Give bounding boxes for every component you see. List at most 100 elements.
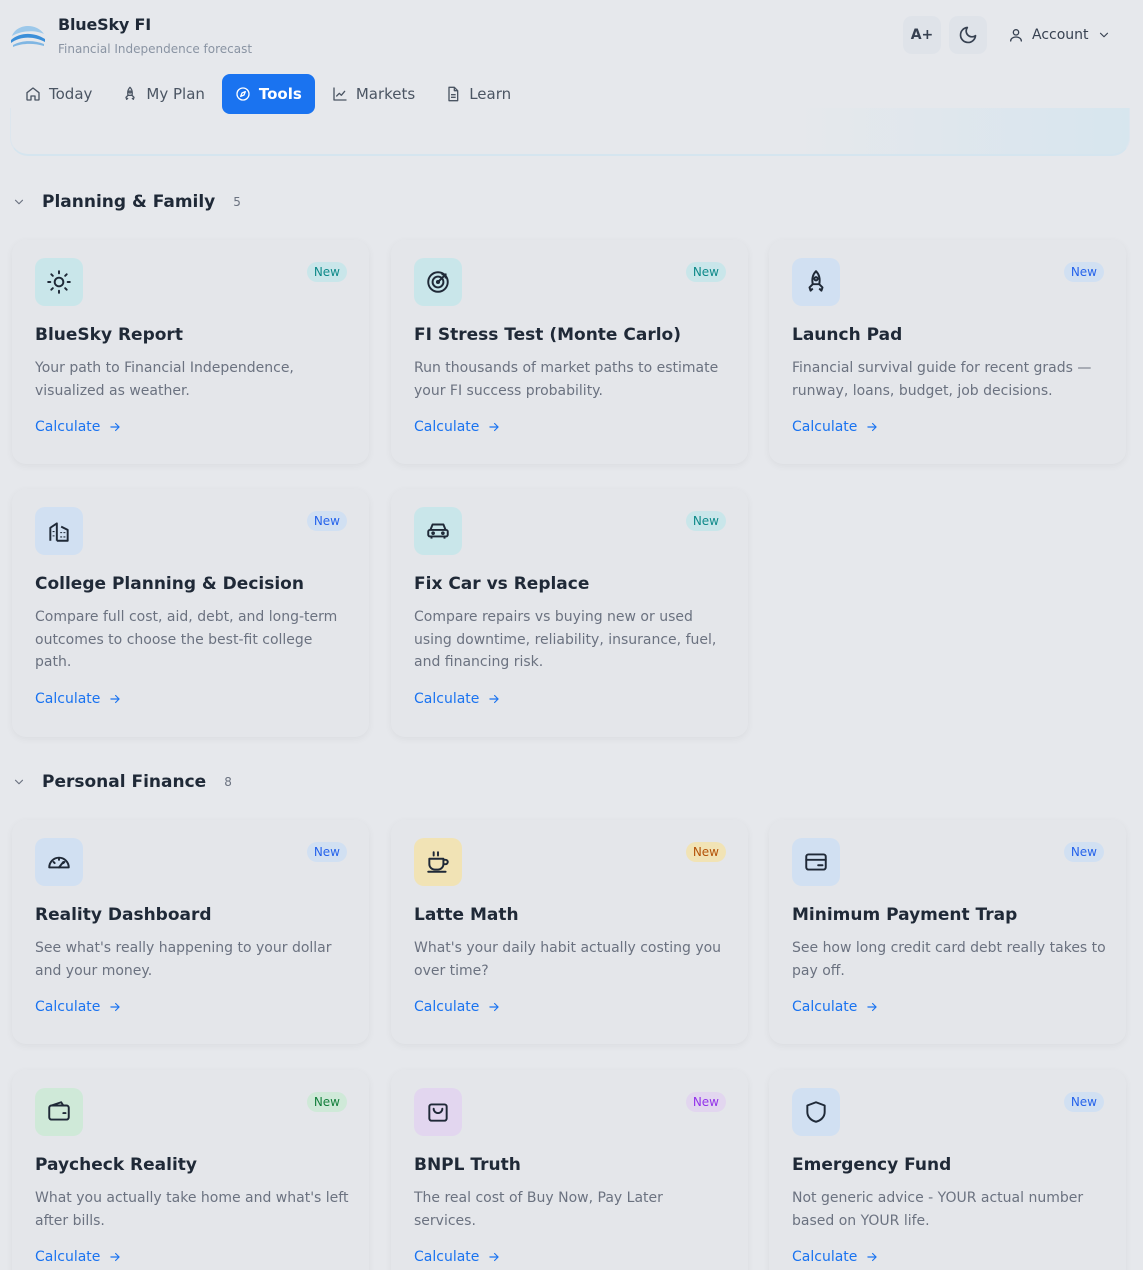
hero-panel-edge [10,108,1130,156]
nav-label: My Plan [146,85,205,103]
document-icon [448,86,459,102]
card-title: Reality Dashboard [35,905,212,925]
tool-card-bluesky-report[interactable]: New BlueSky Report Your path to Financia… [12,240,369,464]
new-badge: New [685,262,726,282]
new-badge: New [1063,262,1104,282]
calculate-label: Calculate [414,999,480,1015]
arrow-right-icon [867,1252,878,1262]
calculate-link[interactable]: Calculate [792,419,879,435]
car-icon [414,507,462,555]
card-title: College Planning & Decision [35,574,304,594]
calculate-link[interactable]: Calculate [414,419,501,435]
arrow-right-icon [489,694,500,704]
tool-card-latte-math[interactable]: New Latte Math What's your daily habit a… [391,820,748,1044]
tool-card-paycheck-reality[interactable]: New Paycheck Reality What you actually t… [12,1070,369,1270]
calculate-link[interactable]: Calculate [35,691,122,707]
target-icon [414,258,462,306]
calculate-label: Calculate [35,999,101,1015]
chevron-down-icon [1099,32,1108,38]
new-badge: New [685,842,726,862]
section-header-planning-family[interactable]: Planning & Family 5 [12,188,241,216]
nav-label: Tools [258,85,302,103]
nav-label: Learn [469,85,512,103]
card-description: Financial survival guide for recent grad… [792,360,1092,399]
account-menu[interactable]: Account [1000,16,1119,54]
arrow-right-icon [110,1002,121,1012]
wallet-icon [35,1088,83,1136]
calculate-label: Calculate [414,691,480,707]
card-title: BlueSky Report [35,325,183,345]
calculate-link[interactable]: Calculate [414,1249,501,1265]
arrow-right-icon [110,1252,121,1262]
card-title: Paycheck Reality [35,1155,197,1175]
card-description: Not generic advice - YOUR actual number … [792,1190,1084,1229]
arrow-right-icon [110,694,121,704]
chart-line-icon [333,87,347,101]
tool-card-launch-pad[interactable]: New Launch Pad Financial survival guide … [769,240,1126,464]
section-count: 5 [233,195,241,209]
home-icon [26,87,40,101]
card-title: Fix Car vs Replace [414,574,590,594]
calculate-label: Calculate [414,419,480,435]
card-title: BNPL Truth [414,1155,521,1175]
section-header-personal-finance[interactable]: Personal Finance 8 [12,768,232,796]
card-description: What's your daily habit actually costing… [414,940,722,979]
account-label: Account [1032,27,1089,43]
new-badge: New [306,1092,347,1112]
calculate-label: Calculate [792,999,858,1015]
calculate-label: Calculate [792,1249,858,1265]
tool-card-college-planning[interactable]: New College Planning & Decision Compare … [12,489,369,737]
new-badge: New [306,842,347,862]
font-size-label: A+ [910,27,934,43]
new-badge: New [306,511,347,531]
section-title: Planning & Family [42,192,216,212]
font-size-button[interactable]: A+ [903,16,941,54]
arrow-right-icon [489,422,500,432]
calculate-link[interactable]: Calculate [414,691,501,707]
card-title: Emergency Fund [792,1155,952,1175]
dark-mode-button[interactable] [949,16,987,54]
card-description: Run thousands of market paths to estimat… [414,360,719,399]
card-description: Compare repairs vs buying new or used us… [414,609,717,670]
tool-card-bnpl-truth[interactable]: New BNPL Truth The real cost of Buy Now,… [391,1070,748,1270]
calculate-link[interactable]: Calculate [792,1249,879,1265]
card-title: Launch Pad [792,325,903,345]
logo-icon [11,25,45,47]
calculate-label: Calculate [792,419,858,435]
card-description: See how long credit card debt really tak… [792,940,1106,979]
arrow-right-icon [489,1252,500,1262]
calculate-label: Calculate [414,1249,480,1265]
chevron-down-icon [12,195,30,209]
card-description: Your path to Financial Independence, vis… [35,360,294,399]
chevron-down-icon [12,775,30,789]
section-count: 8 [224,775,232,789]
tool-card-emergency-fund[interactable]: New Emergency Fund Not generic advice - … [769,1070,1126,1270]
app-title: BlueSky FI [58,15,151,34]
calculate-link[interactable]: Calculate [792,999,879,1015]
new-badge: New [1063,842,1104,862]
card-title: Minimum Payment Trap [792,905,1018,925]
card-description: See what's really happening to your doll… [35,940,332,979]
building-icon [35,507,83,555]
app-subtitle: Financial Independence forecast [58,42,253,56]
card-description: What you actually take home and what's l… [35,1190,349,1229]
tool-card-fi-stress-test[interactable]: New FI Stress Test (Monte Carlo) Run tho… [391,240,748,464]
tool-card-fix-car[interactable]: New Fix Car vs Replace Compare repairs v… [391,489,748,737]
calculate-link[interactable]: Calculate [414,999,501,1015]
rocket-icon [125,86,136,100]
nav-label: Markets [355,85,416,103]
calculate-link[interactable]: Calculate [35,1249,122,1265]
tool-card-reality-dashboard[interactable]: New Reality Dashboard See what's really … [12,820,369,1044]
calculate-label: Calculate [35,691,101,707]
calculate-link[interactable]: Calculate [35,999,122,1015]
gauge-icon [35,838,83,886]
shield-icon [792,1088,840,1136]
section-title: Personal Finance [42,772,207,792]
credit-card-icon [792,838,840,886]
coffee-icon [414,838,462,886]
new-badge: New [685,511,726,531]
calculate-link[interactable]: Calculate [35,419,122,435]
new-badge: New [1063,1092,1104,1112]
arrow-right-icon [110,422,121,432]
tool-card-minimum-payment-trap[interactable]: New Minimum Payment Trap See how long cr… [769,820,1126,1044]
